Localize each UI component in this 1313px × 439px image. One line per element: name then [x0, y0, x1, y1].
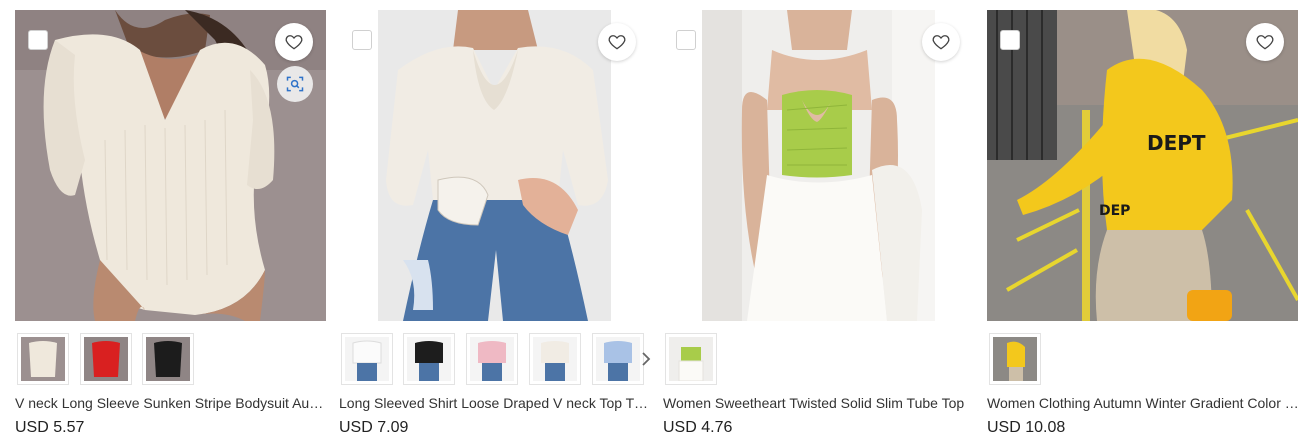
- swatch-next-button[interactable]: [639, 347, 651, 371]
- color-swatches: [987, 333, 1299, 387]
- select-checkbox[interactable]: [1000, 30, 1020, 50]
- product-image[interactable]: [339, 10, 650, 321]
- swatch-lime-green[interactable]: [665, 333, 717, 385]
- color-swatches: [663, 333, 975, 387]
- swatch-black[interactable]: [142, 333, 194, 385]
- product-card[interactable]: V neck Long Sleeve Sunken Stripe Bodysui…: [15, 10, 327, 439]
- product-price: USD 5.57: [15, 419, 85, 436]
- swatch-pink[interactable]: [466, 333, 518, 385]
- color-swatches: [339, 333, 651, 387]
- svg-text:DEPT: DEPT: [1147, 131, 1206, 155]
- scan-search-icon: [286, 76, 304, 92]
- heart-outline-icon: [932, 35, 950, 50]
- swatch-black[interactable]: [403, 333, 455, 385]
- heart-outline-icon: [1256, 35, 1274, 50]
- product-card[interactable]: Women Sweetheart Twisted Solid Slim Tube…: [663, 10, 975, 439]
- product-card[interactable]: DEPT DEP Women Clothing Autumn Winter Gr…: [987, 10, 1299, 439]
- product-image[interactable]: [663, 10, 974, 321]
- image-search-button[interactable]: [277, 66, 313, 102]
- swatch-yellow[interactable]: [989, 333, 1041, 385]
- product-price: USD 4.76: [663, 419, 733, 436]
- chevron-right-icon: [642, 352, 651, 366]
- product-title[interactable]: Women Clothing Autumn Winter Gradient Co…: [987, 394, 1299, 412]
- swatch-cream[interactable]: [17, 333, 69, 385]
- select-checkbox[interactable]: [676, 30, 696, 50]
- heart-outline-icon: [608, 35, 626, 50]
- product-title[interactable]: Women Sweetheart Twisted Solid Slim Tube…: [663, 394, 975, 412]
- favorite-button[interactable]: [1246, 23, 1284, 61]
- favorite-button[interactable]: [275, 23, 313, 61]
- product-card[interactable]: Long Sleeved Shirt Loose Draped V neck T…: [339, 10, 651, 439]
- product-image[interactable]: DEPT DEP: [987, 10, 1298, 321]
- product-title[interactable]: V neck Long Sleeve Sunken Stripe Bodysui…: [15, 394, 327, 412]
- product-title[interactable]: Long Sleeved Shirt Loose Draped V neck T…: [339, 394, 651, 412]
- favorite-button[interactable]: [922, 23, 960, 61]
- product-price: USD 7.09: [339, 419, 409, 436]
- product-price: USD 10.08: [987, 419, 1066, 436]
- svg-text:DEP: DEP: [1099, 203, 1130, 219]
- heart-outline-icon: [285, 35, 303, 50]
- product-image[interactable]: [15, 10, 326, 321]
- swatch-white[interactable]: [341, 333, 393, 385]
- swatch-ivory[interactable]: [529, 333, 581, 385]
- select-checkbox[interactable]: [352, 30, 372, 50]
- color-swatches: [15, 333, 327, 387]
- swatch-red[interactable]: [80, 333, 132, 385]
- favorite-button[interactable]: [598, 23, 636, 61]
- swatch-light-blue[interactable]: [592, 333, 644, 385]
- select-checkbox[interactable]: [28, 30, 48, 50]
